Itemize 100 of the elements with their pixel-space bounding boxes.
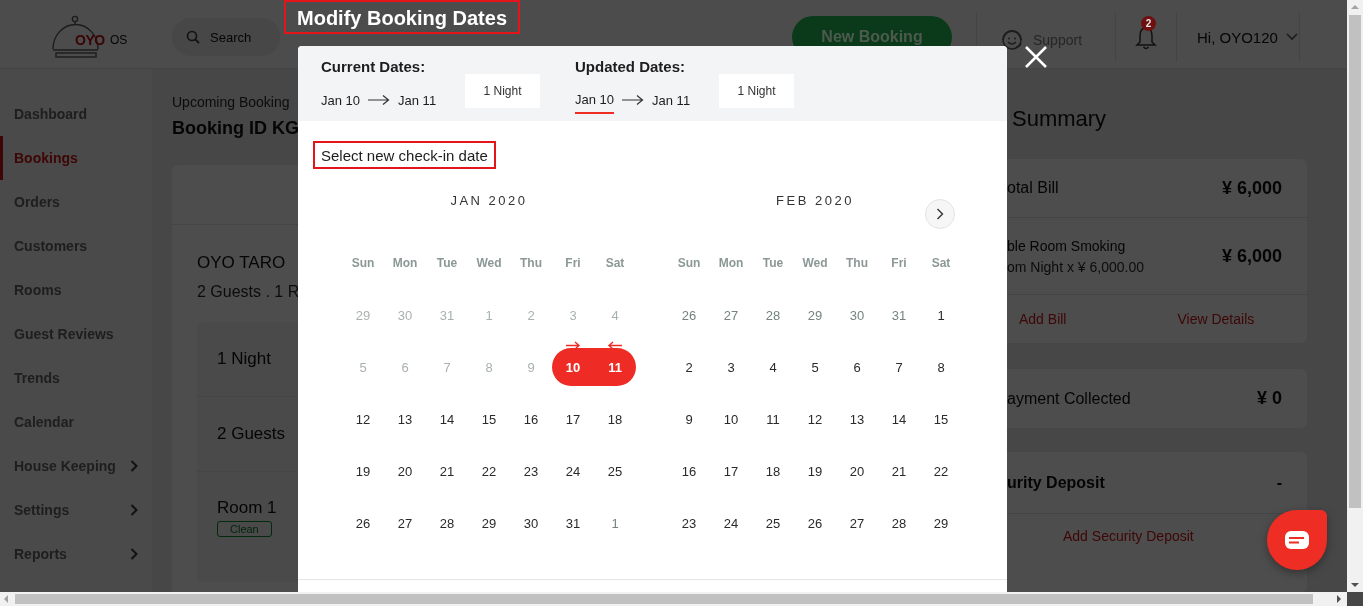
calendar-day: 6	[384, 341, 426, 393]
calendar-day[interactable]: 16	[668, 445, 710, 497]
calendar-day[interactable]: 28	[426, 497, 468, 549]
calendar-day: 30	[384, 289, 426, 341]
item-amount: ¥ 6,000	[1221, 245, 1282, 267]
nights-chip: 1 Night	[719, 74, 794, 108]
calendar-day[interactable]: 29	[920, 497, 962, 549]
calendar-day[interactable]: 28	[752, 289, 794, 341]
calendar-day[interactable]: 4	[752, 341, 794, 393]
calendar-day[interactable]: 16	[510, 393, 552, 445]
calendar-day[interactable]: 31	[552, 497, 594, 549]
calendar-day[interactable]: 22	[468, 445, 510, 497]
arrow-icon	[622, 95, 645, 105]
calendar-day[interactable]: 19	[794, 445, 836, 497]
message-icon	[1285, 531, 1309, 549]
calendar-day[interactable]: 20	[836, 445, 878, 497]
calendar-day[interactable]: 30	[836, 289, 878, 341]
calendar-day[interactable]: 11	[752, 393, 794, 445]
horizontal-scrollbar[interactable]	[0, 592, 1347, 606]
calendar-day: 31	[426, 289, 468, 341]
search-field[interactable]: Search	[172, 18, 280, 56]
weekday-label: Wed	[475, 255, 503, 272]
calendar-day[interactable]: 25	[594, 445, 636, 497]
calendar-day[interactable]: 25	[752, 497, 794, 549]
calendar-day[interactable]: 26	[668, 289, 710, 341]
calendar-day[interactable]: 23	[668, 497, 710, 549]
calendar-day[interactable]: 28	[878, 497, 920, 549]
calendar-day[interactable]: 26	[342, 497, 384, 549]
calendar-day[interactable]: 27	[710, 289, 752, 341]
calendar-day[interactable]: 21	[878, 445, 920, 497]
deposit-amount: -	[1276, 473, 1282, 492]
chevron-down-icon	[1285, 33, 1298, 41]
calendar-day[interactable]: 7	[878, 341, 920, 393]
calendar-day[interactable]: 9	[668, 393, 710, 445]
calendar-day[interactable]: 10	[552, 341, 594, 393]
calendar-day[interactable]: 30	[510, 497, 552, 549]
left-arrow-icon	[607, 341, 623, 350]
calendar-day[interactable]: 20	[384, 445, 426, 497]
calendar-day[interactable]: 24	[710, 497, 752, 549]
calendar-day[interactable]: 18	[752, 445, 794, 497]
calendar-day[interactable]: 3	[710, 341, 752, 393]
weekday-label: Sun	[676, 255, 702, 272]
dates-heading: Current Dates:	[321, 58, 427, 77]
calendar-day[interactable]: 31	[878, 289, 920, 341]
weekday-label: Sat	[604, 255, 626, 272]
weekday-label: Mon	[717, 255, 745, 272]
instruction-text: Select new check-in date	[313, 141, 496, 169]
weekday-label: Sun	[350, 255, 376, 272]
calendar-day[interactable]: 29	[468, 497, 510, 549]
calendar-day[interactable]: 26	[794, 497, 836, 549]
chevron-right-icon	[936, 208, 944, 220]
chevron-right-icon	[130, 548, 138, 560]
calendar-day[interactable]: 6	[836, 341, 878, 393]
vertical-scrollbar[interactable]	[1347, 0, 1363, 592]
date-text[interactable]: Jan 10	[321, 92, 361, 108]
calendar-day[interactable]: 17	[710, 445, 752, 497]
calendar-day[interactable]: 1	[920, 289, 962, 341]
chat-button[interactable]	[1267, 510, 1327, 570]
nights-chip: 1 Night	[465, 74, 540, 108]
guest-name: OYO TARO	[197, 253, 287, 273]
calendar-day[interactable]: 14	[878, 393, 920, 445]
calendar-day[interactable]: 15	[468, 393, 510, 445]
guest-summary: 2 Guests . 1 R	[197, 283, 298, 301]
date-text[interactable]: Jan 11	[652, 92, 691, 108]
calendar-day: 4	[594, 289, 636, 341]
status-badge: Clean	[217, 520, 272, 537]
calendar-day[interactable]: 2	[668, 341, 710, 393]
calendar-day[interactable]: 12	[794, 393, 836, 445]
summary-title: Summary	[1012, 106, 1108, 133]
calendar-day[interactable]: 17	[552, 393, 594, 445]
chevron-right-icon	[130, 504, 138, 516]
date-text[interactable]: Jan 11	[398, 92, 437, 108]
close-icon[interactable]	[1025, 46, 1047, 68]
calendar-day[interactable]: 27	[836, 497, 878, 549]
calendar-day[interactable]: 21	[426, 445, 468, 497]
calendar-day[interactable]: 10	[710, 393, 752, 445]
calendar-day[interactable]: 12	[342, 393, 384, 445]
calendar-day[interactable]: 24	[552, 445, 594, 497]
calendar-day[interactable]: 13	[836, 393, 878, 445]
calendar-day[interactable]: 13	[384, 393, 426, 445]
calendar-day[interactable]: 27	[384, 497, 426, 549]
calendar-day[interactable]: 23	[510, 445, 552, 497]
bill-label: otal Bill	[1007, 179, 1059, 197]
calendar-day[interactable]: 15	[920, 393, 962, 445]
next-month-button[interactable]	[925, 199, 955, 229]
calendar-day[interactable]: 22	[920, 445, 962, 497]
detail-label: 1 Night	[217, 349, 272, 369]
calendar-day[interactable]: 5	[794, 341, 836, 393]
calendar-day[interactable]: 14	[426, 393, 468, 445]
calendar-day[interactable]: 11	[594, 341, 636, 393]
calendar-day: 2	[510, 289, 552, 341]
calendar-day: 1	[468, 289, 510, 341]
weekday-label: Fri	[564, 255, 582, 272]
calendar-day[interactable]: 8	[920, 341, 962, 393]
headset-icon[interactable]	[999, 27, 1025, 53]
calendar-day[interactable]: 19	[342, 445, 384, 497]
calendar-day[interactable]: 18	[594, 393, 636, 445]
date-text[interactable]: Jan 10	[575, 86, 615, 114]
calendar-day[interactable]: 29	[794, 289, 836, 341]
calendar-day[interactable]: 1	[594, 497, 636, 549]
